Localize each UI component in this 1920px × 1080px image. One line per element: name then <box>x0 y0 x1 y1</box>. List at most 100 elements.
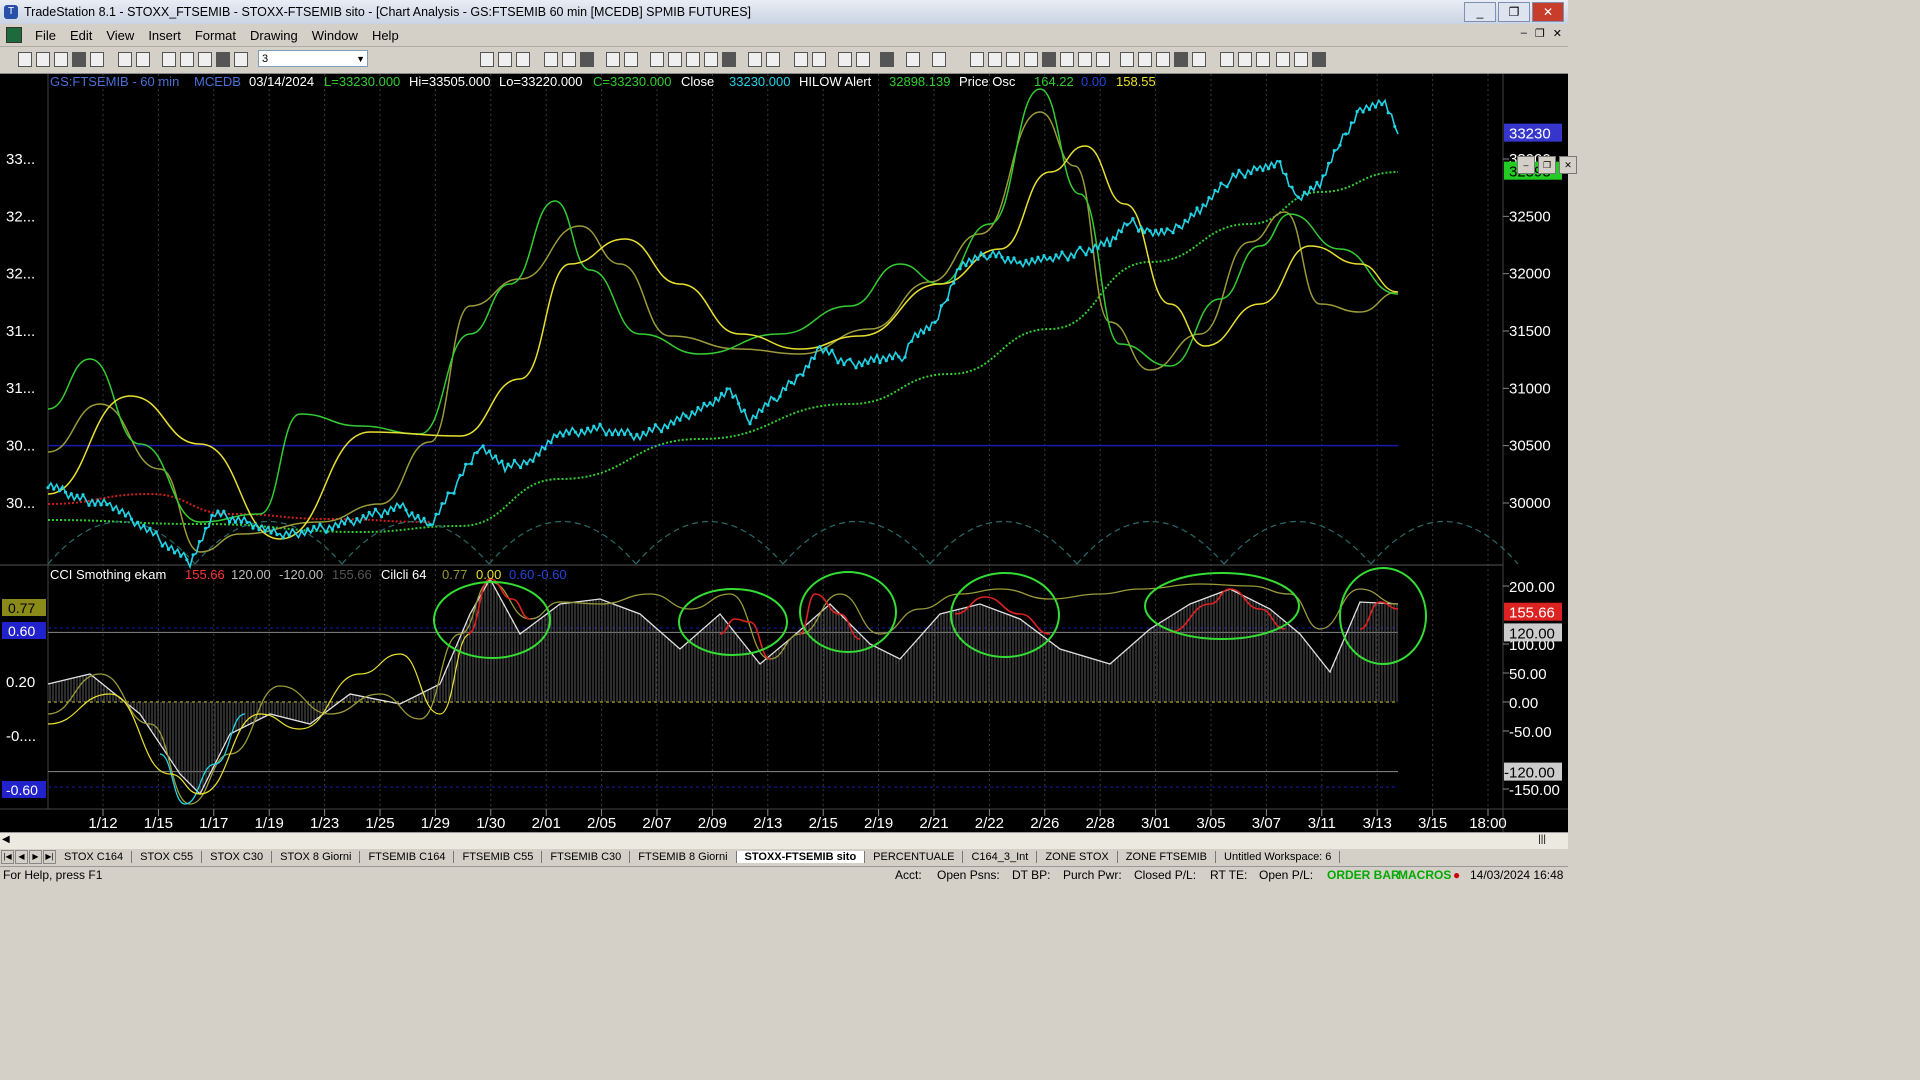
price-point <box>994 255 998 259</box>
toolbar-tool-icon[interactable] <box>856 52 870 67</box>
toolbar-tool-icon[interactable] <box>650 52 664 67</box>
toolbar-tool-icon[interactable] <box>722 52 736 67</box>
workspace-tab[interactable]: STOX C30 <box>202 851 273 863</box>
toolbar-tool-icon[interactable] <box>1174 52 1188 67</box>
pane-close-button[interactable]: ✕ <box>1559 156 1577 174</box>
menu-format[interactable]: Format <box>188 28 243 43</box>
toolbar-tool-icon[interactable] <box>606 52 620 67</box>
mdi-restore-button[interactable]: ❐ <box>1535 27 1545 40</box>
workspace-tab[interactable]: FTSEMIB 8 Giorni <box>630 851 737 863</box>
toolbar-tool-icon[interactable] <box>1096 52 1110 67</box>
toolbar-tool-icon[interactable] <box>1024 52 1038 67</box>
toolbar-tool-icon[interactable] <box>1220 52 1234 67</box>
toolbar-tool-icon[interactable] <box>970 52 984 67</box>
toolbar-tool-icon[interactable] <box>580 52 594 67</box>
toolbar-tool-icon[interactable] <box>704 52 718 67</box>
toolbar-tool-icon[interactable] <box>1006 52 1020 67</box>
toolbar-tool-icon[interactable] <box>988 52 1002 67</box>
toolbar-tool-icon[interactable] <box>198 52 212 67</box>
toolbar-tool-icon[interactable] <box>234 52 248 67</box>
toolbar-tool-icon[interactable] <box>838 52 852 67</box>
toolbar-tool-icon[interactable] <box>480 52 494 67</box>
toolbar-tool-icon[interactable] <box>748 52 762 67</box>
toolbar-tool-icon[interactable] <box>54 52 68 67</box>
mdi-close-button[interactable]: ✕ <box>1553 27 1562 40</box>
tab-last-icon[interactable]: ▶| <box>43 850 56 864</box>
price-point <box>428 523 432 527</box>
menu-help[interactable]: Help <box>365 28 406 43</box>
toolbar-tool-icon[interactable] <box>1042 52 1056 67</box>
macros-button[interactable]: MACROS <box>1398 868 1451 882</box>
workspace-tab[interactable]: STOXX-FTSEMIB sito <box>736 851 866 863</box>
scroll-left-icon[interactable]: ◀ <box>2 834 10 845</box>
toolbar-tool-icon[interactable] <box>216 52 230 67</box>
tab-next-icon[interactable]: ▶ <box>29 850 42 864</box>
menu-view[interactable]: View <box>99 28 141 43</box>
workspace-tab[interactable]: ZONE FTSEMIB <box>1118 851 1217 863</box>
chart-window-icon[interactable] <box>6 27 22 43</box>
minimize-button[interactable]: _ <box>1464 2 1496 22</box>
close-button[interactable]: ✕ <box>1532 2 1564 22</box>
toolbar-tool-icon[interactable] <box>18 52 32 67</box>
pane-minimize-button[interactable]: – <box>1517 156 1535 174</box>
toolbar-tool-icon[interactable] <box>1256 52 1270 67</box>
workspace-tab[interactable]: C164_3_Int <box>963 851 1038 863</box>
workspace-tab[interactable]: FTSEMIB C30 <box>542 851 631 863</box>
workspace-tab[interactable]: FTSEMIB C164 <box>360 851 455 863</box>
horizontal-scrollbar[interactable]: ◀ ||| <box>0 832 1568 849</box>
toolbar-tool-icon[interactable] <box>1060 52 1074 67</box>
order-bar-button[interactable]: ORDER BAR <box>1327 868 1400 882</box>
toolbar-tool-icon[interactable] <box>686 52 700 67</box>
toolbar-tool-icon[interactable] <box>812 52 826 67</box>
toolbar-tool-icon[interactable] <box>906 52 920 67</box>
chart-svg[interactable]: 1/12 1/15 1/17 1/19 1/23 1/25 1/29 1/30 2/01 2/05… <box>0 74 1568 834</box>
toolbar-tool-icon[interactable] <box>1312 52 1326 67</box>
workspace-tab[interactable]: ZONE STOX <box>1037 851 1118 863</box>
toolbar-tool-icon[interactable] <box>880 52 894 67</box>
toolbar-tool-icon[interactable] <box>1120 52 1134 67</box>
toolbar-tool-icon[interactable] <box>562 52 576 67</box>
toolbar-tool-icon[interactable] <box>668 52 682 67</box>
mdi-minimize-button[interactable]: – <box>1521 27 1527 40</box>
workspace-tab[interactable]: FTSEMIB C55 <box>454 851 543 863</box>
toolbar-tool-icon[interactable] <box>1078 52 1092 67</box>
menu-drawing[interactable]: Drawing <box>243 28 305 43</box>
toolbar-tool-icon[interactable] <box>36 52 50 67</box>
tab-first-icon[interactable]: |◀ <box>1 850 14 864</box>
toolbar-tool-icon[interactable] <box>1238 52 1252 67</box>
toolbar-tool-icon[interactable] <box>162 52 176 67</box>
menu-file[interactable]: File <box>28 28 63 43</box>
toolbar-tool-icon[interactable] <box>1294 52 1308 67</box>
toolbar-tool-icon[interactable] <box>118 52 132 67</box>
toolbar-tool-icon[interactable] <box>932 52 946 67</box>
menu-edit[interactable]: Edit <box>63 28 99 43</box>
toolbar-tool-icon[interactable] <box>136 52 150 67</box>
workspace-tab[interactable]: STOX C164 <box>56 851 133 863</box>
menu-insert[interactable]: Insert <box>141 28 188 43</box>
tab-prev-icon[interactable]: ◀ <box>15 850 28 864</box>
workspace-tab[interactable]: Untitled Workspace: 6 <box>1216 851 1341 863</box>
menu-window[interactable]: Window <box>305 28 365 43</box>
toolbar-tool-icon[interactable] <box>766 52 780 67</box>
maximize-button[interactable]: ❐ <box>1498 2 1530 22</box>
toolbar-tool-icon[interactable] <box>1138 52 1152 67</box>
chart-area[interactable]: 1/12 1/15 1/17 1/19 1/23 1/25 1/29 1/30 2/01 2/05… <box>0 74 1577 834</box>
price-point <box>860 364 864 368</box>
toolbar-tool-icon[interactable] <box>1276 52 1290 67</box>
pane-restore-button[interactable]: ❐ <box>1538 156 1556 174</box>
toolbar-tool-icon[interactable] <box>90 52 104 67</box>
toolbar-tool-icon[interactable] <box>1192 52 1206 67</box>
toolbar-tool-icon[interactable] <box>1156 52 1170 67</box>
toolbar-combo[interactable]: 3 ▼ <box>258 50 368 67</box>
toolbar-tool-icon[interactable] <box>544 52 558 67</box>
toolbar-tool-icon[interactable] <box>624 52 638 67</box>
toolbar-tool-icon[interactable] <box>72 52 86 67</box>
toolbar-tool-icon[interactable] <box>516 52 530 67</box>
toolbar-tool-icon[interactable] <box>180 52 194 67</box>
workspace-tab[interactable]: PERCENTUALE <box>865 851 964 863</box>
toolbar-tool-icon[interactable] <box>498 52 512 67</box>
workspace-tab[interactable]: STOX 8 Giorni <box>272 851 361 863</box>
workspace-tab[interactable]: STOX C55 <box>132 851 203 863</box>
toolbar-tool-icon[interactable] <box>794 52 808 67</box>
scroll-split-icon[interactable]: ||| <box>1538 834 1546 845</box>
